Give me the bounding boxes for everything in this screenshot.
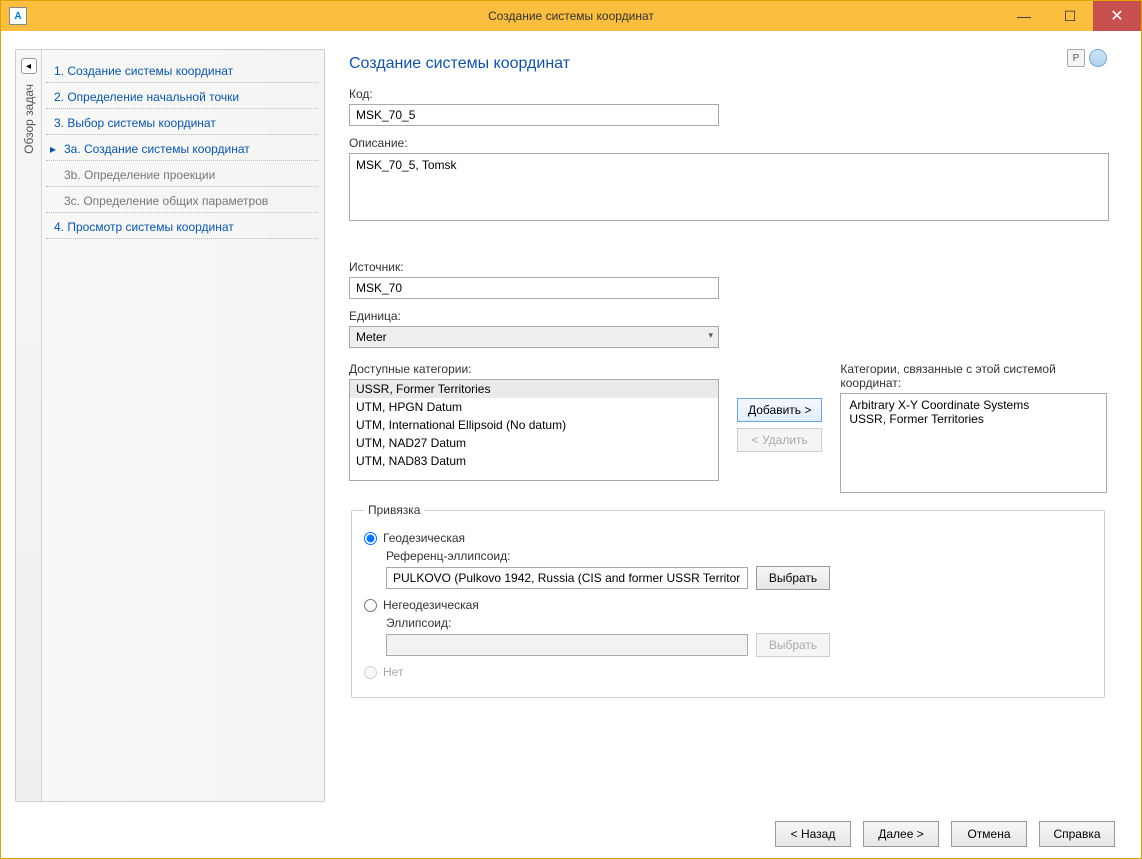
- sidebar-tab-label: Обзор задач: [22, 84, 36, 154]
- nav-item-step2[interactable]: 2. Определение начальной точки: [46, 86, 318, 109]
- assoc-option[interactable]: Arbitrary X-Y Coordinate Systems: [849, 398, 1098, 412]
- geodetic-radio-label: Геодезическая: [383, 531, 465, 545]
- add-category-button[interactable]: Добавить >: [737, 398, 822, 422]
- none-radio-row: Нет: [364, 665, 1092, 679]
- nav-item-step3a[interactable]: 3a. Создание системы координат: [46, 138, 318, 161]
- park-icon[interactable]: P: [1067, 49, 1085, 67]
- reference-legend: Привязка: [364, 503, 424, 517]
- none-radio: [364, 666, 377, 679]
- ellips-input: [386, 634, 748, 656]
- nav-item-step3c[interactable]: 3c. Определение общих параметров: [46, 190, 318, 213]
- ref-ellips-input[interactable]: [386, 567, 748, 589]
- avail-option[interactable]: UTM, HPGN Datum: [350, 398, 718, 416]
- page-title: Создание системы координат: [349, 55, 1107, 73]
- available-label: Доступные категории:: [349, 362, 719, 376]
- unit-select[interactable]: Meter: [349, 326, 719, 348]
- main-panel: P Создание системы координат Код: Описан…: [325, 49, 1127, 802]
- choose-ref-ellips-button[interactable]: Выбрать: [756, 566, 830, 590]
- unit-label: Единица:: [349, 309, 1107, 323]
- non-geodetic-radio-label: Негеодезическая: [383, 598, 479, 612]
- window-frame: A Создание системы координат — ☐ ✕ ◂ Обз…: [0, 0, 1142, 859]
- none-radio-label: Нет: [383, 665, 403, 679]
- desc-label: Описание:: [349, 136, 1107, 150]
- nav-list: 1. Создание системы координат 2. Определ…: [42, 50, 324, 801]
- available-categories-list[interactable]: USSR, Former Territories UTM, HPGN Datum…: [349, 379, 719, 481]
- choose-ellips-button: Выбрать: [756, 633, 830, 657]
- non-geodetic-radio[interactable]: [364, 599, 377, 612]
- avail-option[interactable]: USSR, Former Territories: [350, 380, 718, 398]
- content-area: ◂ Обзор задач 1. Создание системы коорди…: [1, 31, 1141, 812]
- cancel-button[interactable]: Отмена: [951, 821, 1027, 847]
- minimize-button[interactable]: —: [1001, 1, 1047, 31]
- globe-icon[interactable]: [1089, 49, 1107, 67]
- window-title: Создание системы координат: [488, 9, 654, 23]
- collapse-sidebar-icon[interactable]: ◂: [21, 58, 37, 74]
- app-icon: A: [9, 7, 27, 25]
- code-input[interactable]: [349, 104, 719, 126]
- maximize-button[interactable]: ☐: [1047, 1, 1093, 31]
- help-button[interactable]: Справка: [1039, 821, 1115, 847]
- geodetic-radio-row[interactable]: Геодезическая: [364, 531, 1092, 545]
- titlebar: A Создание системы координат — ☐ ✕: [1, 1, 1141, 31]
- nav-item-step3[interactable]: 3. Выбор системы координат: [46, 112, 318, 135]
- remove-category-button: < Удалить: [737, 428, 822, 452]
- nav-item-step4[interactable]: 4. Просмотр системы координат: [46, 216, 318, 239]
- source-label: Источник:: [349, 260, 1107, 274]
- reference-fieldset: Привязка Геодезическая Референц-эллипсои…: [351, 503, 1105, 698]
- assoc-option[interactable]: USSR, Former Territories: [849, 412, 1098, 426]
- sidebar-tab: ◂ Обзор задач: [16, 50, 42, 801]
- nav-item-step1[interactable]: 1. Создание системы координат: [46, 60, 318, 83]
- avail-option[interactable]: UTM, International Ellipsoid (No datum): [350, 416, 718, 434]
- ellips-label: Эллипсоид:: [386, 616, 1092, 630]
- source-input[interactable]: [349, 277, 719, 299]
- desc-input[interactable]: MSK_70_5, Tomsk: [349, 153, 1109, 221]
- non-geodetic-radio-row[interactable]: Негеодезическая: [364, 598, 1092, 612]
- associated-label: Категории, связанные с этой системой коо…: [840, 362, 1107, 390]
- footer: < Назад Далее > Отмена Справка: [1, 812, 1141, 858]
- ref-ellips-label: Референц-эллипсоид:: [386, 549, 1092, 563]
- sidebar: ◂ Обзор задач 1. Создание системы коорди…: [15, 49, 325, 802]
- nav-item-step3b[interactable]: 3b. Определение проекции: [46, 164, 318, 187]
- code-label: Код:: [349, 87, 1107, 101]
- close-button[interactable]: ✕: [1093, 1, 1141, 31]
- geodetic-radio[interactable]: [364, 532, 377, 545]
- back-button[interactable]: < Назад: [775, 821, 851, 847]
- avail-option[interactable]: UTM, NAD83 Datum: [350, 452, 718, 470]
- associated-categories-list[interactable]: Arbitrary X-Y Coordinate Systems USSR, F…: [840, 393, 1107, 493]
- avail-option[interactable]: UTM, NAD27 Datum: [350, 434, 718, 452]
- next-button[interactable]: Далее >: [863, 821, 939, 847]
